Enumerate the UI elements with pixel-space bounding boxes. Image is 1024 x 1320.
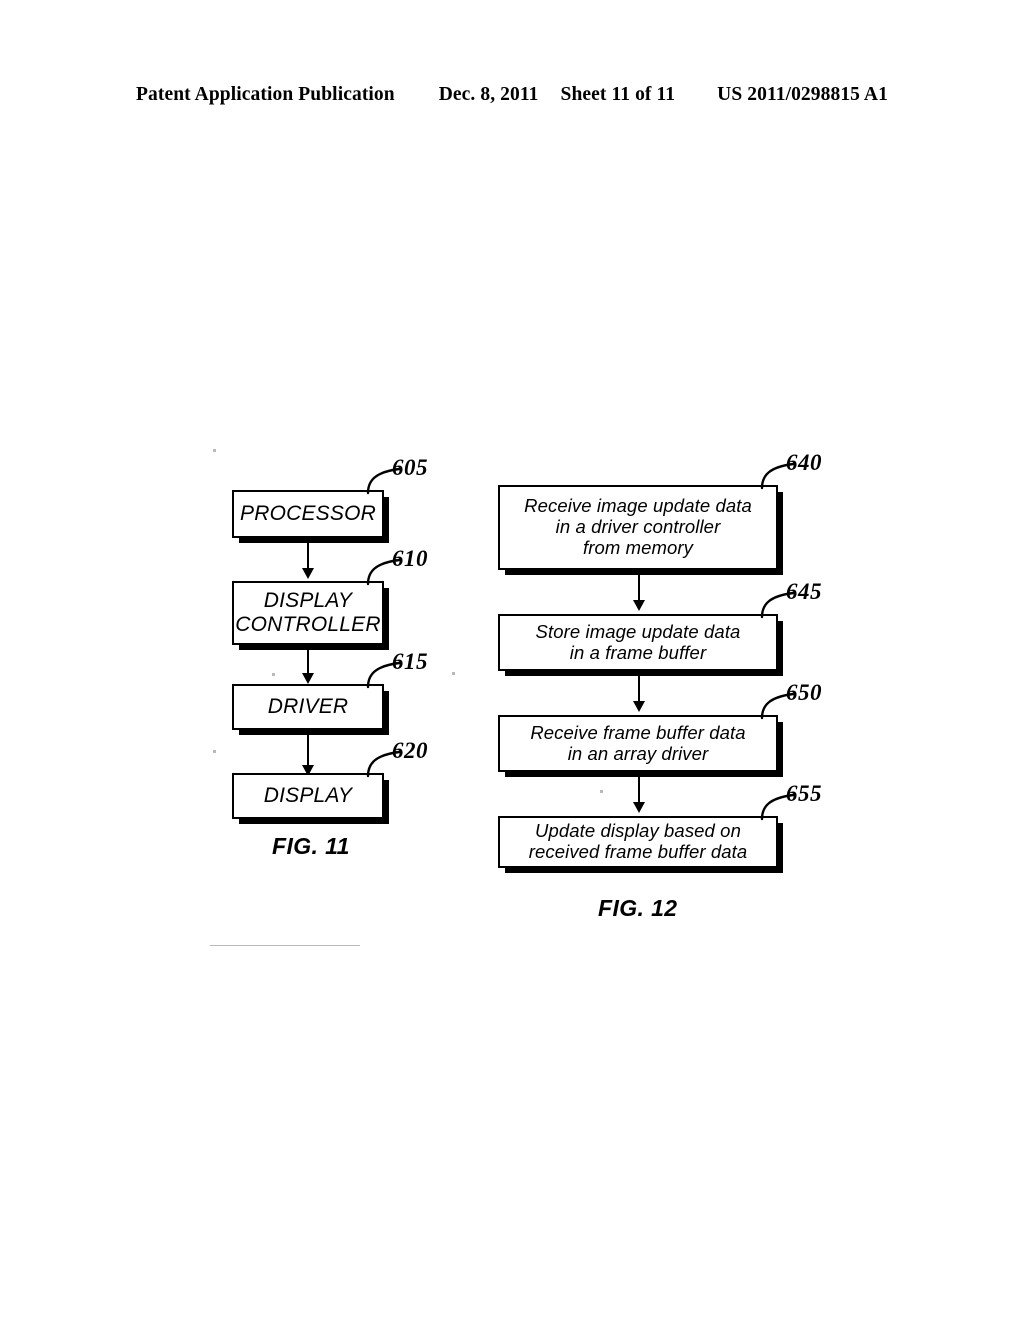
reference-numeral-615: 615	[392, 649, 428, 674]
figure-11-caption: FIG. 11	[272, 833, 350, 859]
step-640-line3: from memory	[582, 536, 694, 558]
reference-numeral-650: 650	[786, 680, 822, 705]
step-update-display: Update display based on received frame b…	[498, 816, 778, 868]
scan-speck	[213, 750, 216, 753]
figures-area: PROCESSOR 605 DISPLAY CONTROLLER 610 DRI…	[0, 0, 1024, 1320]
reference-numeral-655: 655	[786, 781, 822, 806]
reference-numeral-645: 645	[786, 579, 822, 604]
reference-numeral-605: 605	[392, 455, 428, 480]
step-650-line1: Receive frame buffer data	[530, 721, 746, 743]
step-store-image-update-data: Store image update data in a frame buffe…	[498, 614, 778, 671]
block-display-label: DISPLAY	[263, 784, 353, 808]
step-receive-image-update-data: Receive image update data in a driver co…	[498, 485, 778, 570]
scan-speck	[210, 945, 360, 946]
reference-numeral-610: 610	[392, 546, 428, 571]
block-display-controller-label-line2: CONTROLLER	[235, 613, 381, 636]
step-receive-frame-buffer-data: Receive frame buffer data in an array dr…	[498, 715, 778, 772]
block-display-controller: DISPLAY CONTROLLER	[232, 581, 384, 645]
block-display-controller-label-line1: DISPLAY	[263, 589, 353, 613]
arrow-driver-to-display	[307, 733, 309, 767]
step-655-line2: received frame buffer data	[528, 841, 748, 862]
scan-speck	[600, 790, 603, 793]
block-processor-label: PROCESSOR	[240, 502, 376, 526]
step-640-line2: in a driver controller	[555, 516, 721, 538]
reference-numeral-620: 620	[392, 738, 428, 763]
block-driver-label: DRIVER	[267, 695, 349, 719]
block-display: DISPLAY	[232, 773, 384, 819]
step-655-line1: Update display based on	[535, 820, 741, 842]
figure-12-caption: FIG. 12	[598, 895, 678, 921]
arrow-650-to-655	[638, 774, 640, 804]
scan-speck	[272, 673, 275, 676]
arrow-processor-to-display-controller	[307, 540, 309, 570]
scan-speck	[452, 672, 455, 675]
arrow-640-to-645	[638, 572, 640, 602]
scan-speck	[213, 449, 216, 452]
step-640-line1: Receive image update data	[524, 495, 752, 517]
reference-numeral-640: 640	[786, 450, 822, 475]
arrow-645-to-650	[638, 673, 640, 703]
step-645-line2: in a frame buffer	[569, 641, 707, 663]
step-645-line1: Store image update data	[535, 620, 741, 642]
arrow-display-controller-to-driver	[307, 647, 309, 675]
block-processor: PROCESSOR	[232, 490, 384, 538]
step-650-line2: in an array driver	[567, 742, 709, 764]
block-driver: DRIVER	[232, 684, 384, 730]
